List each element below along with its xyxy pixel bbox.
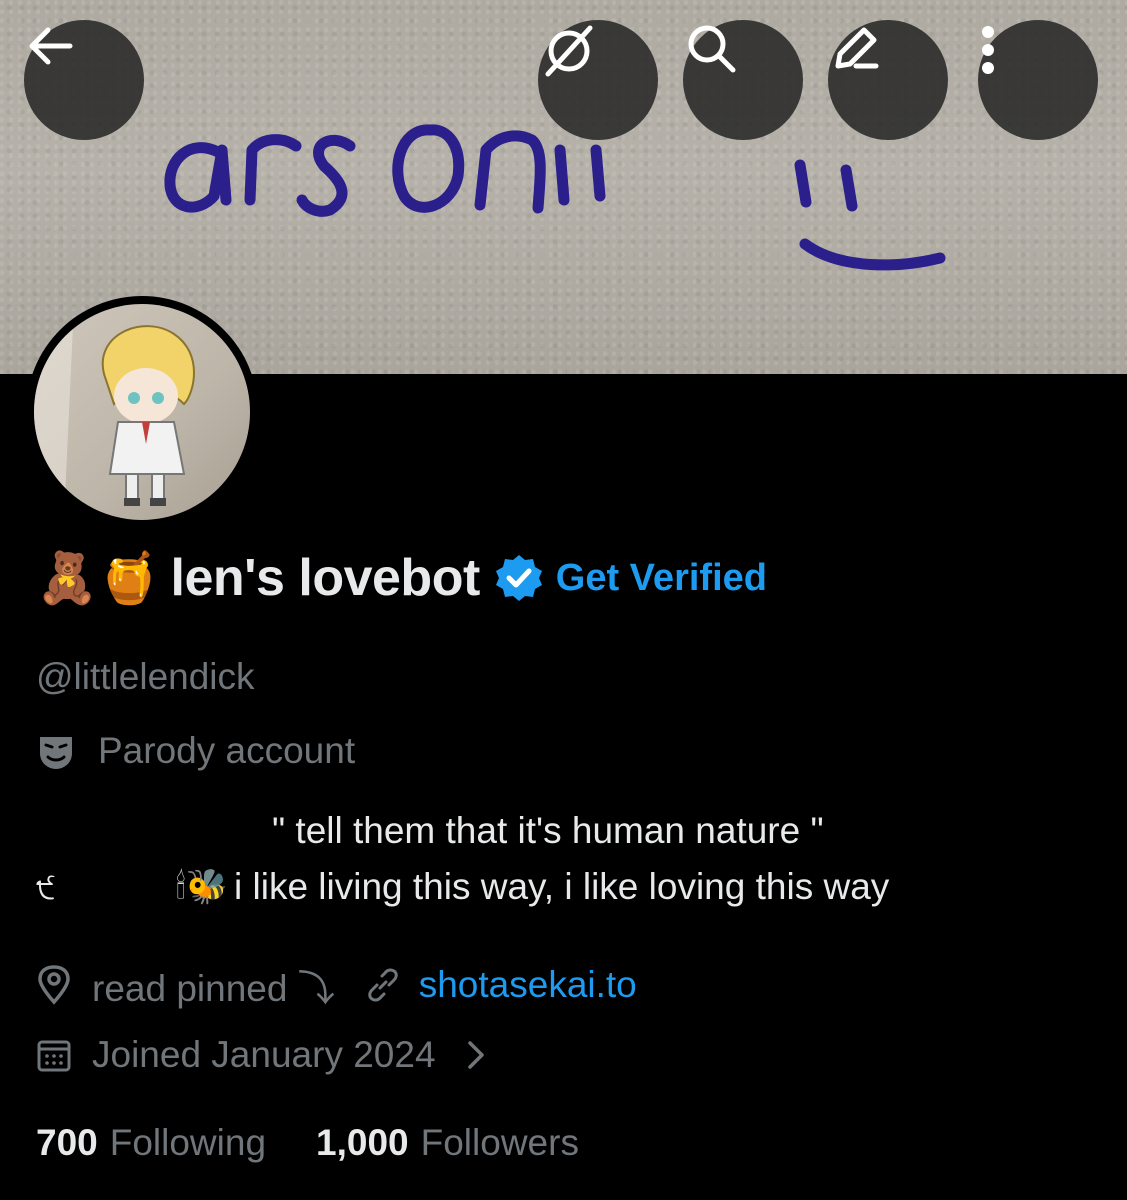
avatar-image bbox=[34, 304, 250, 520]
followers-link[interactable]: 1,000 Followers bbox=[316, 1122, 579, 1164]
bio-line-2-text: i like living this way, i like loving th… bbox=[234, 866, 890, 907]
link-icon bbox=[367, 968, 398, 1002]
followers-label: Followers bbox=[420, 1122, 579, 1163]
parody-label: Parody account bbox=[98, 730, 356, 771]
get-verified-link[interactable]: Get Verified bbox=[556, 557, 767, 600]
edit-button[interactable] bbox=[828, 20, 948, 140]
grok-icon bbox=[545, 25, 593, 77]
follow-counts: 700 Following 1,000 Followers bbox=[36, 1122, 579, 1164]
profile-handle: @littlelendick bbox=[36, 656, 255, 697]
search-button[interactable] bbox=[683, 20, 803, 140]
joined-text: Joined January 2024 bbox=[92, 1034, 436, 1075]
bio-symbol: ੯ bbox=[36, 872, 56, 905]
profile-avatar[interactable] bbox=[26, 296, 258, 528]
joined-row[interactable]: Joined January 2024 bbox=[36, 1034, 488, 1076]
chevron-right-icon bbox=[467, 1041, 484, 1069]
more-button[interactable] bbox=[978, 20, 1098, 140]
location-website-row: read pinned ⤵ shotasekai.to bbox=[36, 958, 637, 1012]
more-vertical-icon bbox=[982, 26, 994, 74]
website-link[interactable]: shotasekai.to bbox=[419, 964, 637, 1006]
theater-mask-icon bbox=[40, 737, 72, 769]
following-label: Following bbox=[109, 1122, 267, 1163]
profile-name-row: 🧸🍯 len's lovebot Get Verified bbox=[36, 546, 767, 610]
location-text: read pinned ⤵ bbox=[92, 968, 335, 1009]
bio-line-2: 🕯🐝 i like living this way, i like loving… bbox=[176, 866, 889, 908]
pencil-icon bbox=[835, 27, 879, 69]
display-name: len's lovebot bbox=[170, 549, 481, 607]
location-pin-icon bbox=[38, 965, 70, 1005]
back-button[interactable] bbox=[24, 20, 144, 140]
following-link[interactable]: 700 Following bbox=[36, 1122, 266, 1164]
bio-line-1: " tell them that it's human nature " bbox=[272, 810, 824, 851]
following-count: 700 bbox=[36, 1122, 98, 1163]
search-icon bbox=[688, 25, 736, 73]
arrow-left-icon bbox=[29, 27, 73, 65]
name-emojis: 🧸🍯 bbox=[36, 549, 161, 607]
followers-count: 1,000 bbox=[316, 1122, 409, 1163]
bio-emojis: 🕯🐝 bbox=[176, 868, 228, 906]
grok-button[interactable] bbox=[538, 20, 658, 140]
verified-badge-icon[interactable] bbox=[494, 553, 544, 603]
calendar-icon bbox=[37, 1040, 71, 1072]
parody-label-row: Parody account bbox=[36, 730, 355, 772]
